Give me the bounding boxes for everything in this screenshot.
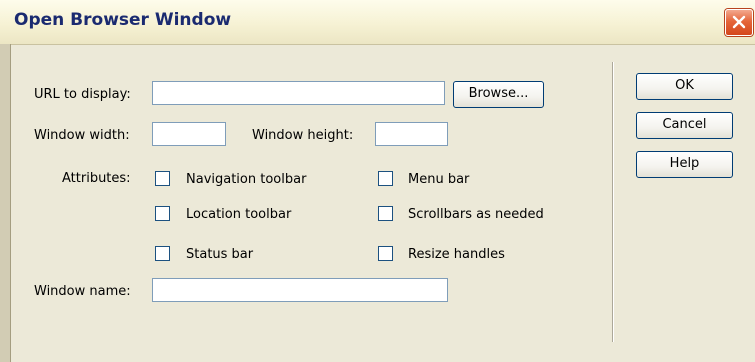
resize-handles-checkbox[interactable] xyxy=(378,246,393,261)
cancel-button[interactable]: Cancel xyxy=(636,112,733,139)
navigation-toolbar-checkbox[interactable] xyxy=(155,171,170,186)
scrollbars-checkbox[interactable] xyxy=(378,206,393,221)
url-label: URL to display: xyxy=(34,87,131,102)
window-height-label: Window height: xyxy=(252,128,354,143)
close-button[interactable] xyxy=(725,9,753,36)
ok-button[interactable]: OK xyxy=(636,73,733,100)
vertical-separator xyxy=(612,62,614,342)
scrollbars-label: Scrollbars as needed xyxy=(408,207,544,222)
window-name-input[interactable] xyxy=(152,278,448,302)
browse-button[interactable]: Browse... xyxy=(453,81,544,108)
close-icon xyxy=(732,15,746,29)
window-frame-left xyxy=(0,44,11,362)
menu-bar-checkbox[interactable] xyxy=(378,171,393,186)
resize-handles-label: Resize handles xyxy=(408,247,505,262)
status-bar-label: Status bar xyxy=(186,247,254,262)
url-input[interactable] xyxy=(152,81,445,105)
attributes-label: Attributes: xyxy=(62,171,131,186)
window-height-input[interactable] xyxy=(375,122,448,146)
window-name-label: Window name: xyxy=(34,284,131,299)
location-toolbar-checkbox[interactable] xyxy=(155,206,170,221)
location-toolbar-label: Location toolbar xyxy=(186,207,292,222)
help-button[interactable]: Help xyxy=(636,151,733,178)
menu-bar-label: Menu bar xyxy=(408,172,470,187)
navigation-toolbar-label: Navigation toolbar xyxy=(186,172,307,187)
status-bar-checkbox[interactable] xyxy=(155,246,170,261)
window-width-label: Window width: xyxy=(34,128,130,143)
window-title: Open Browser Window xyxy=(14,10,232,30)
window-width-input[interactable] xyxy=(152,122,226,146)
